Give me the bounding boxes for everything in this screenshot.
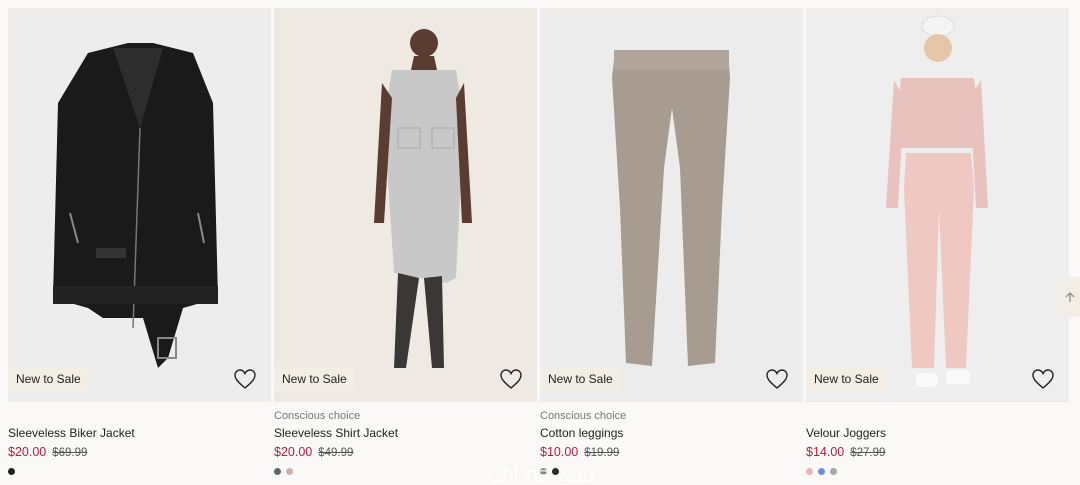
product-title[interactable]: Velour Joggers — [806, 425, 886, 441]
product-tag: Conscious choice — [274, 410, 361, 422]
product-image[interactable]: New to Sale — [806, 8, 1069, 402]
product-prices: $14.00 $27.99 — [806, 445, 1069, 459]
color-swatches — [8, 468, 271, 476]
sale-price: $14.00 — [806, 445, 845, 459]
product-title[interactable]: Sleeveless Shirt Jacket — [274, 425, 398, 441]
product-card: New to Sale Conscious choice Cotton legg… — [540, 8, 803, 482]
heart-icon[interactable] — [765, 368, 789, 390]
product-grid: New to Sale Sleeveless Biker Jacket $20.… — [8, 8, 1069, 482]
color-swatch[interactable] — [286, 468, 293, 475]
product-info: Sleeveless Biker Jacket $20.00 $69.99 — [8, 402, 271, 482]
product-tag — [8, 409, 271, 423]
shirt-jacket-illustration — [274, 8, 537, 402]
new-to-sale-badge: New to Sale — [8, 367, 89, 391]
new-to-sale-badge: New to Sale — [540, 367, 621, 391]
product-title[interactable]: Cotton leggings — [540, 425, 623, 441]
color-swatch[interactable] — [818, 468, 825, 475]
watermark: Chi na Zau — [487, 462, 596, 485]
product-tag: Conscious choice — [540, 410, 627, 422]
product-card: New to Sale Sleeveless Biker Jacket $20.… — [8, 8, 271, 482]
heart-icon[interactable] — [499, 368, 523, 390]
sale-price: $20.00 — [8, 445, 47, 459]
new-to-sale-badge: New to Sale — [806, 367, 887, 391]
color-swatch[interactable] — [806, 468, 813, 475]
product-image[interactable]: New to Sale — [8, 8, 271, 402]
product-prices: $20.00 $49.99 — [274, 445, 537, 459]
product-image[interactable]: New to Sale — [540, 8, 803, 402]
product-image[interactable]: New to Sale — [274, 8, 537, 402]
product-info: Velour Joggers $14.00 $27.99 — [806, 402, 1069, 482]
new-to-sale-badge: New to Sale — [274, 367, 355, 391]
product-tag — [806, 409, 1069, 423]
biker-vest-illustration — [8, 8, 271, 402]
product-card: New to Sale Conscious choice Sleeveless … — [274, 8, 537, 482]
arrow-up-icon — [1065, 292, 1075, 302]
original-price: $27.99 — [850, 447, 886, 459]
sale-price: $10.00 — [540, 445, 579, 459]
product-card: New to Sale Velour Joggers $14.00 $27.99 — [806, 8, 1069, 482]
original-price: $19.99 — [584, 447, 620, 459]
color-swatches — [806, 468, 1069, 476]
color-swatch[interactable] — [274, 468, 281, 475]
product-prices: $20.00 $69.99 — [8, 445, 271, 459]
original-price: $49.99 — [318, 447, 354, 459]
heart-icon[interactable] — [1031, 368, 1055, 390]
scroll-to-top-button[interactable] — [1058, 277, 1080, 317]
heart-icon[interactable] — [233, 368, 257, 390]
leggings-illustration — [540, 8, 803, 402]
color-swatch[interactable] — [830, 468, 837, 475]
color-swatch[interactable] — [8, 468, 15, 475]
velour-joggers-illustration — [806, 8, 1069, 402]
product-prices: $10.00 $19.99 — [540, 445, 803, 459]
sale-price: $20.00 — [274, 445, 313, 459]
original-price: $69.99 — [52, 447, 88, 459]
product-title[interactable]: Sleeveless Biker Jacket — [8, 425, 135, 441]
